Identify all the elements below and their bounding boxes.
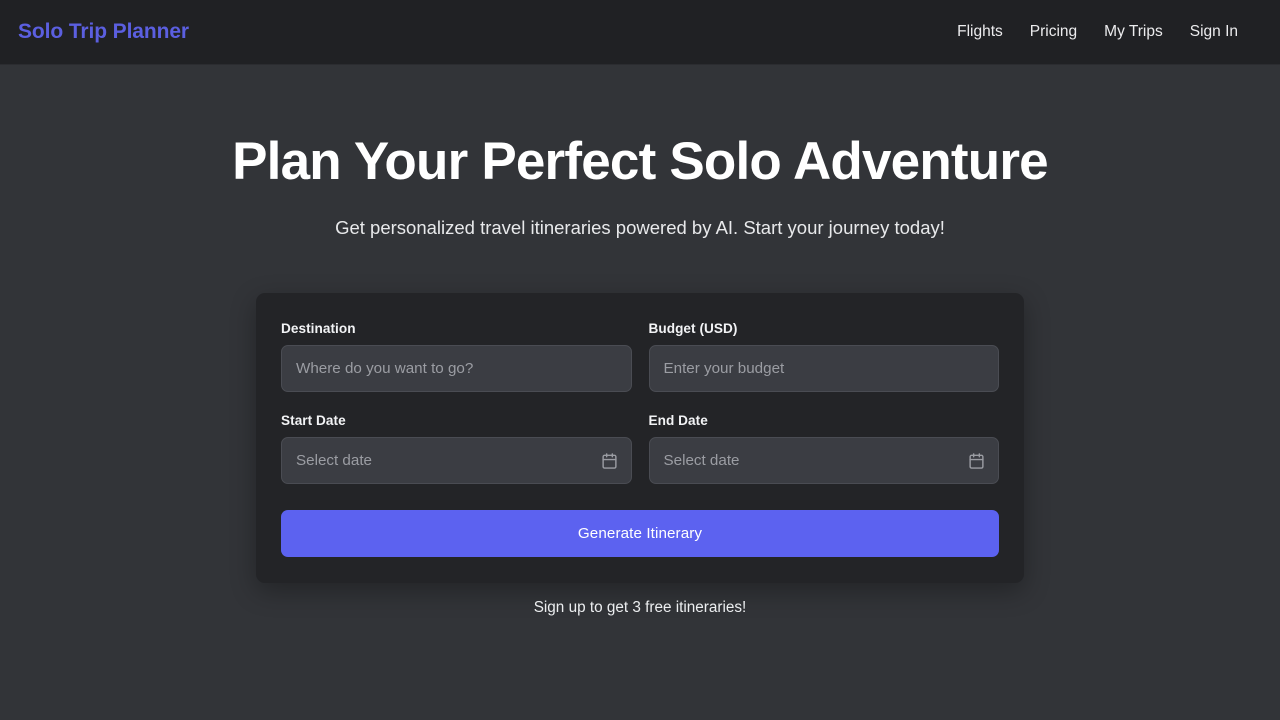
budget-label: Budget (USD) <box>649 321 1000 336</box>
top-navigation-bar: Solo Trip Planner Flights Pricing My Tri… <box>0 0 1280 65</box>
end-date-placeholder: Select date <box>664 453 740 468</box>
generate-itinerary-button[interactable]: Generate Itinerary <box>281 510 999 557</box>
destination-input[interactable]: Where do you want to go? <box>281 345 632 392</box>
nav-links: Flights Pricing My Trips Sign In <box>957 23 1262 41</box>
end-date-input[interactable]: Select date <box>649 437 1000 484</box>
nav-link-pricing[interactable]: Pricing <box>1030 23 1077 41</box>
field-destination: Destination Where do you want to go? <box>281 321 632 392</box>
budget-input[interactable]: Enter your budget <box>649 345 1000 392</box>
brand-logo[interactable]: Solo Trip Planner <box>18 20 189 44</box>
field-end-date: End Date Select date <box>649 392 1000 484</box>
destination-placeholder: Where do you want to go? <box>296 361 473 376</box>
calendar-icon[interactable] <box>601 452 618 469</box>
page-title: Plan Your Perfect Solo Adventure <box>0 132 1280 191</box>
field-budget: Budget (USD) Enter your budget <box>649 321 1000 392</box>
budget-placeholder: Enter your budget <box>664 361 785 376</box>
destination-label: Destination <box>281 321 632 336</box>
signup-note: Sign up to get 3 free itineraries! <box>0 599 1280 617</box>
start-date-label: Start Date <box>281 413 632 428</box>
end-date-label: End Date <box>649 413 1000 428</box>
form-grid: Destination Where do you want to go? Bud… <box>281 321 999 484</box>
start-date-input[interactable]: Select date <box>281 437 632 484</box>
hero-section: Plan Your Perfect Solo Adventure Get per… <box>0 65 1280 243</box>
start-date-placeholder: Select date <box>296 453 372 468</box>
field-start-date: Start Date Select date <box>281 392 632 484</box>
calendar-icon[interactable] <box>968 452 985 469</box>
hero-subtitle: Get personalized travel itineraries powe… <box>290 213 990 243</box>
nav-link-flights[interactable]: Flights <box>957 23 1003 41</box>
trip-form-section: Destination Where do you want to go? Bud… <box>0 293 1280 583</box>
nav-link-sign-in[interactable]: Sign In <box>1190 23 1238 41</box>
trip-planner-card: Destination Where do you want to go? Bud… <box>256 293 1024 583</box>
nav-link-my-trips[interactable]: My Trips <box>1104 23 1163 41</box>
